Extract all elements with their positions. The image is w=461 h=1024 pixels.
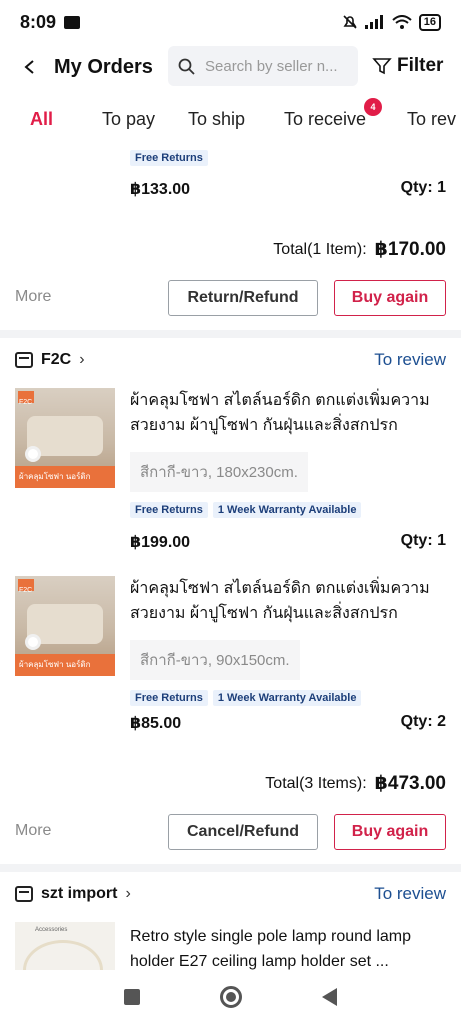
tab-to-pay[interactable]: To pay (102, 98, 155, 142)
item-qty: Qty: 1 (400, 532, 446, 549)
order-status[interactable]: To review (374, 884, 446, 904)
item-tags: Free Returns 1 Week Warranty Available (130, 500, 366, 518)
free-returns-tag: Free Returns (130, 150, 208, 166)
filter-label: Filter (397, 55, 444, 76)
search-icon (178, 58, 195, 75)
total-label: Total(1 Item): (273, 240, 367, 258)
item-title: ผ้าคลุมโซฟา สไตล์นอร์ดิก ตกแต่งเพิ่มความ… (130, 580, 430, 622)
warranty-tag: 1 Week Warranty Available (212, 690, 362, 706)
tab-to-review[interactable]: To rev (407, 98, 456, 142)
product-thumbnail: Accessories (15, 922, 115, 970)
tab-to-receive-label: To receive (284, 109, 367, 129)
brand-logo: F2C (18, 579, 34, 594)
filter-icon (372, 58, 392, 75)
item-price: ฿133.00 (130, 181, 191, 198)
thumbnail-label: Accessories (35, 927, 68, 933)
order-status-tabs: All To pay To ship To receive 4 To rev (0, 98, 461, 142)
system-nav-bar (0, 970, 461, 1024)
free-returns-tag: Free Returns (130, 502, 208, 518)
message-notification-icon (64, 15, 81, 29)
order-item[interactable]: F2C ผ้าคลุมโซฟา นอร์ดิก ผ้าคลุมโซฟา สไตล… (15, 388, 446, 558)
item-qty: Qty: 1 (400, 179, 446, 196)
wifi-icon (392, 14, 412, 29)
store-icon (15, 886, 33, 902)
tab-to-receive[interactable]: To receive 4 (284, 98, 383, 142)
orders-list: Free Returns ฿133.00 Qty: 1 Total(1 Item… (0, 146, 461, 970)
product-thumbnail: F2C ผ้าคลุมโซฟา นอร์ดิก (15, 388, 115, 488)
item-price: ฿199.00 (130, 534, 191, 551)
item-title: ผ้าคลุมโซฟา สไตล์นอร์ดิก ตกแต่งเพิ่มความ… (130, 392, 430, 434)
chevron-right-icon: › (79, 351, 85, 368)
total-value: ฿473.00 (374, 773, 446, 794)
back-nav-icon[interactable] (322, 988, 337, 1006)
store-name: szt import (41, 885, 118, 902)
total-value: ฿170.00 (374, 239, 446, 260)
buy-again-button[interactable]: Buy again (334, 814, 446, 850)
mute-icon (343, 15, 357, 29)
item-variant: สีกากี-ขาว, 90x150cm. (130, 640, 300, 680)
search-box[interactable] (168, 46, 358, 86)
total-label: Total(3 Items): (265, 774, 367, 792)
thumbnail-banner: ผ้าคลุมโซฟา นอร์ดิก (15, 654, 115, 676)
item-tags: Free Returns 1 Week Warranty Available (130, 688, 366, 706)
status-bar: 8:09 16 (0, 0, 461, 44)
store-header[interactable]: szt import › To review (15, 881, 446, 907)
tab-to-ship[interactable]: To ship (188, 98, 245, 142)
product-thumbnail: F2C ผ้าคลุมโซฟา นอร์ดิก (15, 576, 115, 676)
divider (0, 330, 461, 338)
order2-total: Total(3 Items): ฿473.00 (265, 772, 446, 795)
order-status[interactable]: To review (374, 350, 446, 370)
return-refund-button[interactable]: Return/Refund (168, 280, 318, 316)
chevron-right-icon: › (125, 885, 131, 902)
store-header[interactable]: F2C › To review (15, 347, 446, 373)
item-price: ฿85.00 (130, 715, 182, 732)
more-link[interactable]: More (15, 822, 51, 840)
item-variant: สีกากี-ขาว, 180x230cm. (130, 452, 308, 492)
divider (0, 864, 461, 872)
buy-again-button[interactable]: Buy again (334, 280, 446, 316)
store-name: F2C (41, 351, 72, 368)
header: My Orders Filter (0, 44, 461, 90)
more-link[interactable]: More (15, 288, 51, 306)
page-title: My Orders (54, 55, 153, 78)
store-icon (15, 352, 33, 368)
order-item[interactable]: F2C ผ้าคลุมโซฟา นอร์ดิก ผ้าคลุมโซฟา สไตล… (15, 576, 446, 746)
order1-tags: Free Returns (130, 148, 213, 166)
search-input[interactable] (205, 57, 345, 75)
recent-apps-icon[interactable] (124, 989, 140, 1005)
filter-button[interactable]: Filter (372, 44, 443, 88)
signal-icon (364, 15, 383, 29)
free-returns-tag: Free Returns (130, 690, 208, 706)
brand-logo: F2C (18, 391, 34, 406)
cancel-refund-button[interactable]: Cancel/Refund (168, 814, 318, 850)
home-icon[interactable] (220, 986, 242, 1008)
battery-icon: 16 (418, 13, 441, 31)
tab-all[interactable]: All (30, 98, 53, 142)
order1-total: Total(1 Item): ฿170.00 (273, 238, 446, 261)
status-time: 8:09 (20, 11, 57, 32)
item-title: Retro style single pole lamp round lamp … (130, 928, 412, 970)
order-item[interactable]: Accessories Retro style single pole lamp… (15, 922, 446, 970)
item-qty: Qty: 2 (400, 713, 446, 730)
thumbnail-banner: ผ้าคลุมโซฟา นอร์ดิก (15, 466, 115, 488)
tab-badge: 4 (364, 98, 383, 116)
warranty-tag: 1 Week Warranty Available (212, 502, 362, 518)
back-icon[interactable] (10, 44, 50, 90)
